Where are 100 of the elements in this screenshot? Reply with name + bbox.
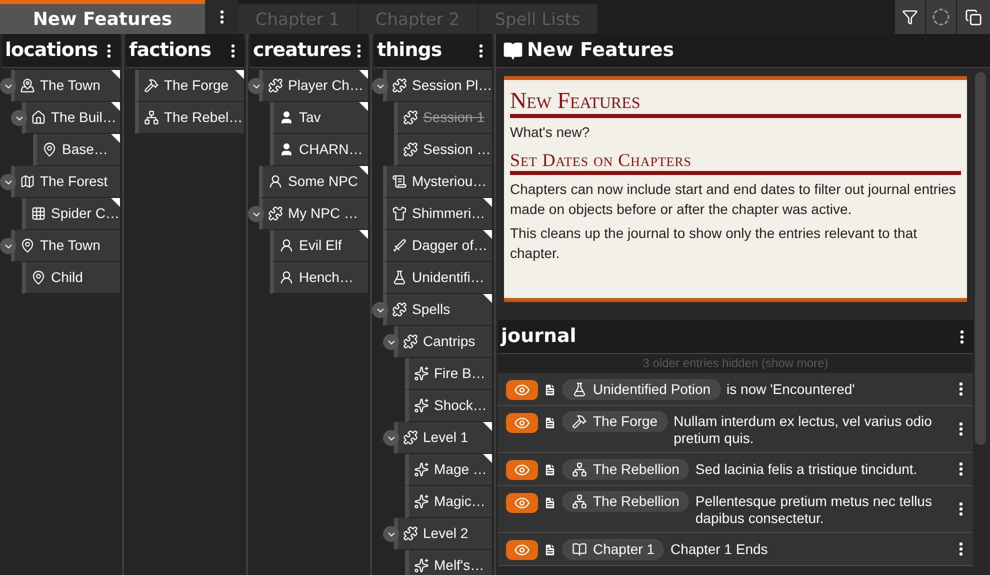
sparkles-icon [414, 558, 429, 573]
scrollbar[interactable] [975, 72, 986, 445]
puzzle-icon [403, 110, 418, 125]
tree-item[interactable]: CHARN… [270, 134, 368, 166]
more-icon[interactable] [959, 542, 963, 556]
tree-item[interactable]: Session … [394, 134, 492, 166]
expand-toggle[interactable] [248, 78, 264, 94]
entity-chip[interactable]: The Rebellion [562, 491, 690, 512]
tree-item[interactable]: Session 1 [394, 102, 492, 134]
section-heading: Set Dates on Chapters [510, 149, 961, 175]
tree-item[interactable]: Level 2 [394, 518, 492, 550]
expand-toggle[interactable] [0, 78, 16, 94]
expand-toggle[interactable] [11, 110, 27, 126]
entity-chip[interactable]: The Rebellion [562, 458, 690, 480]
tree-item[interactable]: Shimmeri… [383, 198, 492, 230]
tree-item[interactable]: The Buil… [22, 102, 120, 134]
expand-toggle[interactable] [383, 526, 399, 542]
entity-chip[interactable]: The Forge [562, 411, 668, 432]
tree-item[interactable]: Hench… [270, 262, 368, 294]
visibility-toggle[interactable] [506, 460, 538, 480]
expand-toggle[interactable] [372, 302, 388, 318]
eye-icon [514, 495, 530, 511]
tree-item[interactable]: Evil Elf [270, 230, 368, 262]
person-icon [268, 174, 283, 189]
more-icon[interactable] [959, 382, 963, 396]
visibility-toggle[interactable] [506, 413, 538, 433]
copy-button[interactable] [957, 0, 990, 34]
tree-item[interactable]: Tav [270, 102, 368, 134]
expand-toggle[interactable] [0, 174, 16, 190]
visibility-toggle[interactable] [506, 540, 538, 560]
tab-menu-button[interactable] [205, 0, 238, 34]
sparkles-icon [414, 398, 429, 413]
document-icon[interactable] [543, 496, 557, 510]
tree-item[interactable]: Melf's… [405, 550, 492, 575]
pin-icon [20, 78, 35, 93]
copy-icon [965, 8, 982, 26]
entry-text: Sed lacinia felis a tristique tincidunt. [695, 460, 918, 478]
more-icon[interactable] [479, 44, 483, 58]
eye-icon [514, 415, 530, 431]
expand-toggle[interactable] [383, 334, 399, 350]
person-icon [279, 238, 294, 253]
tree-item[interactable]: Cantrips [394, 326, 492, 358]
sparkles-icon [414, 494, 429, 509]
tree-item[interactable]: Dagger of… [383, 230, 492, 262]
visibility-toggle[interactable] [506, 380, 538, 400]
tree-item[interactable]: The Forest [11, 166, 120, 198]
entity-chip[interactable]: Chapter 1 [562, 538, 664, 560]
corner-marker [111, 102, 120, 111]
tree-item[interactable]: Spells [383, 294, 492, 326]
visibility-toggle[interactable] [506, 493, 538, 513]
tree-item[interactable]: Spider C… [22, 198, 120, 230]
corner-marker [111, 134, 120, 143]
dotted-circle-button[interactable] [926, 0, 957, 34]
tree-item[interactable]: Magic… [405, 486, 492, 518]
sword-icon [392, 238, 407, 253]
expand-toggle[interactable] [383, 430, 399, 446]
more-icon[interactable] [959, 502, 963, 516]
tree-item[interactable]: The Town [11, 70, 120, 102]
tree-item[interactable]: The Forge [135, 70, 244, 102]
filter-button[interactable] [895, 0, 926, 34]
tree-item[interactable]: Level 1 [394, 422, 492, 454]
more-icon[interactable] [960, 330, 964, 344]
entry-text: Nullam interdum ex lectus, vel varius odio pretium quis. [674, 413, 933, 447]
tree-item[interactable]: Some NPC [259, 166, 368, 198]
document-icon[interactable] [543, 463, 557, 477]
tree-item[interactable]: Base… [33, 134, 120, 166]
tree-item[interactable]: My NPC … [259, 198, 368, 230]
card-heading: New Features [510, 88, 961, 118]
tree-item[interactable]: Mage … [405, 454, 492, 486]
tree-item[interactable]: The Rebel… [135, 102, 244, 134]
hierarchy-icon [572, 494, 587, 509]
document-icon[interactable] [543, 543, 557, 557]
more-icon[interactable] [357, 44, 362, 58]
more-icon[interactable] [959, 422, 963, 436]
more-icon[interactable] [231, 44, 235, 58]
tree-item[interactable]: Mysteriou… [383, 166, 492, 198]
entity-chip[interactable]: Unidentified Potion [562, 378, 721, 400]
tree-item[interactable]: Shock… [405, 390, 492, 422]
map-pin-icon [20, 238, 35, 253]
page-title: New Features [527, 38, 674, 64]
tree-item[interactable]: The Town [11, 230, 120, 262]
tree-item[interactable]: Session Pl… [383, 70, 492, 102]
more-icon [220, 10, 224, 24]
sparkles-icon [414, 366, 429, 381]
expand-toggle[interactable] [372, 78, 388, 94]
map-pin-icon [42, 142, 57, 157]
tree-item[interactable]: Player Ch… [259, 70, 368, 102]
tab[interactable]: New Features [0, 0, 205, 34]
document-icon[interactable] [543, 383, 557, 397]
more-icon[interactable] [959, 462, 963, 476]
tree-item[interactable]: Fire B… [405, 358, 492, 390]
tree-item[interactable]: Child [22, 262, 120, 294]
map-icon [20, 174, 35, 189]
puzzle-icon [403, 142, 418, 157]
more-icon[interactable] [107, 44, 111, 58]
document-icon[interactable] [543, 416, 557, 430]
tree-item[interactable]: Unidentifi… [383, 262, 492, 294]
expand-toggle[interactable] [248, 206, 264, 222]
expand-toggle[interactable] [0, 238, 16, 254]
puzzle-icon [403, 334, 418, 349]
